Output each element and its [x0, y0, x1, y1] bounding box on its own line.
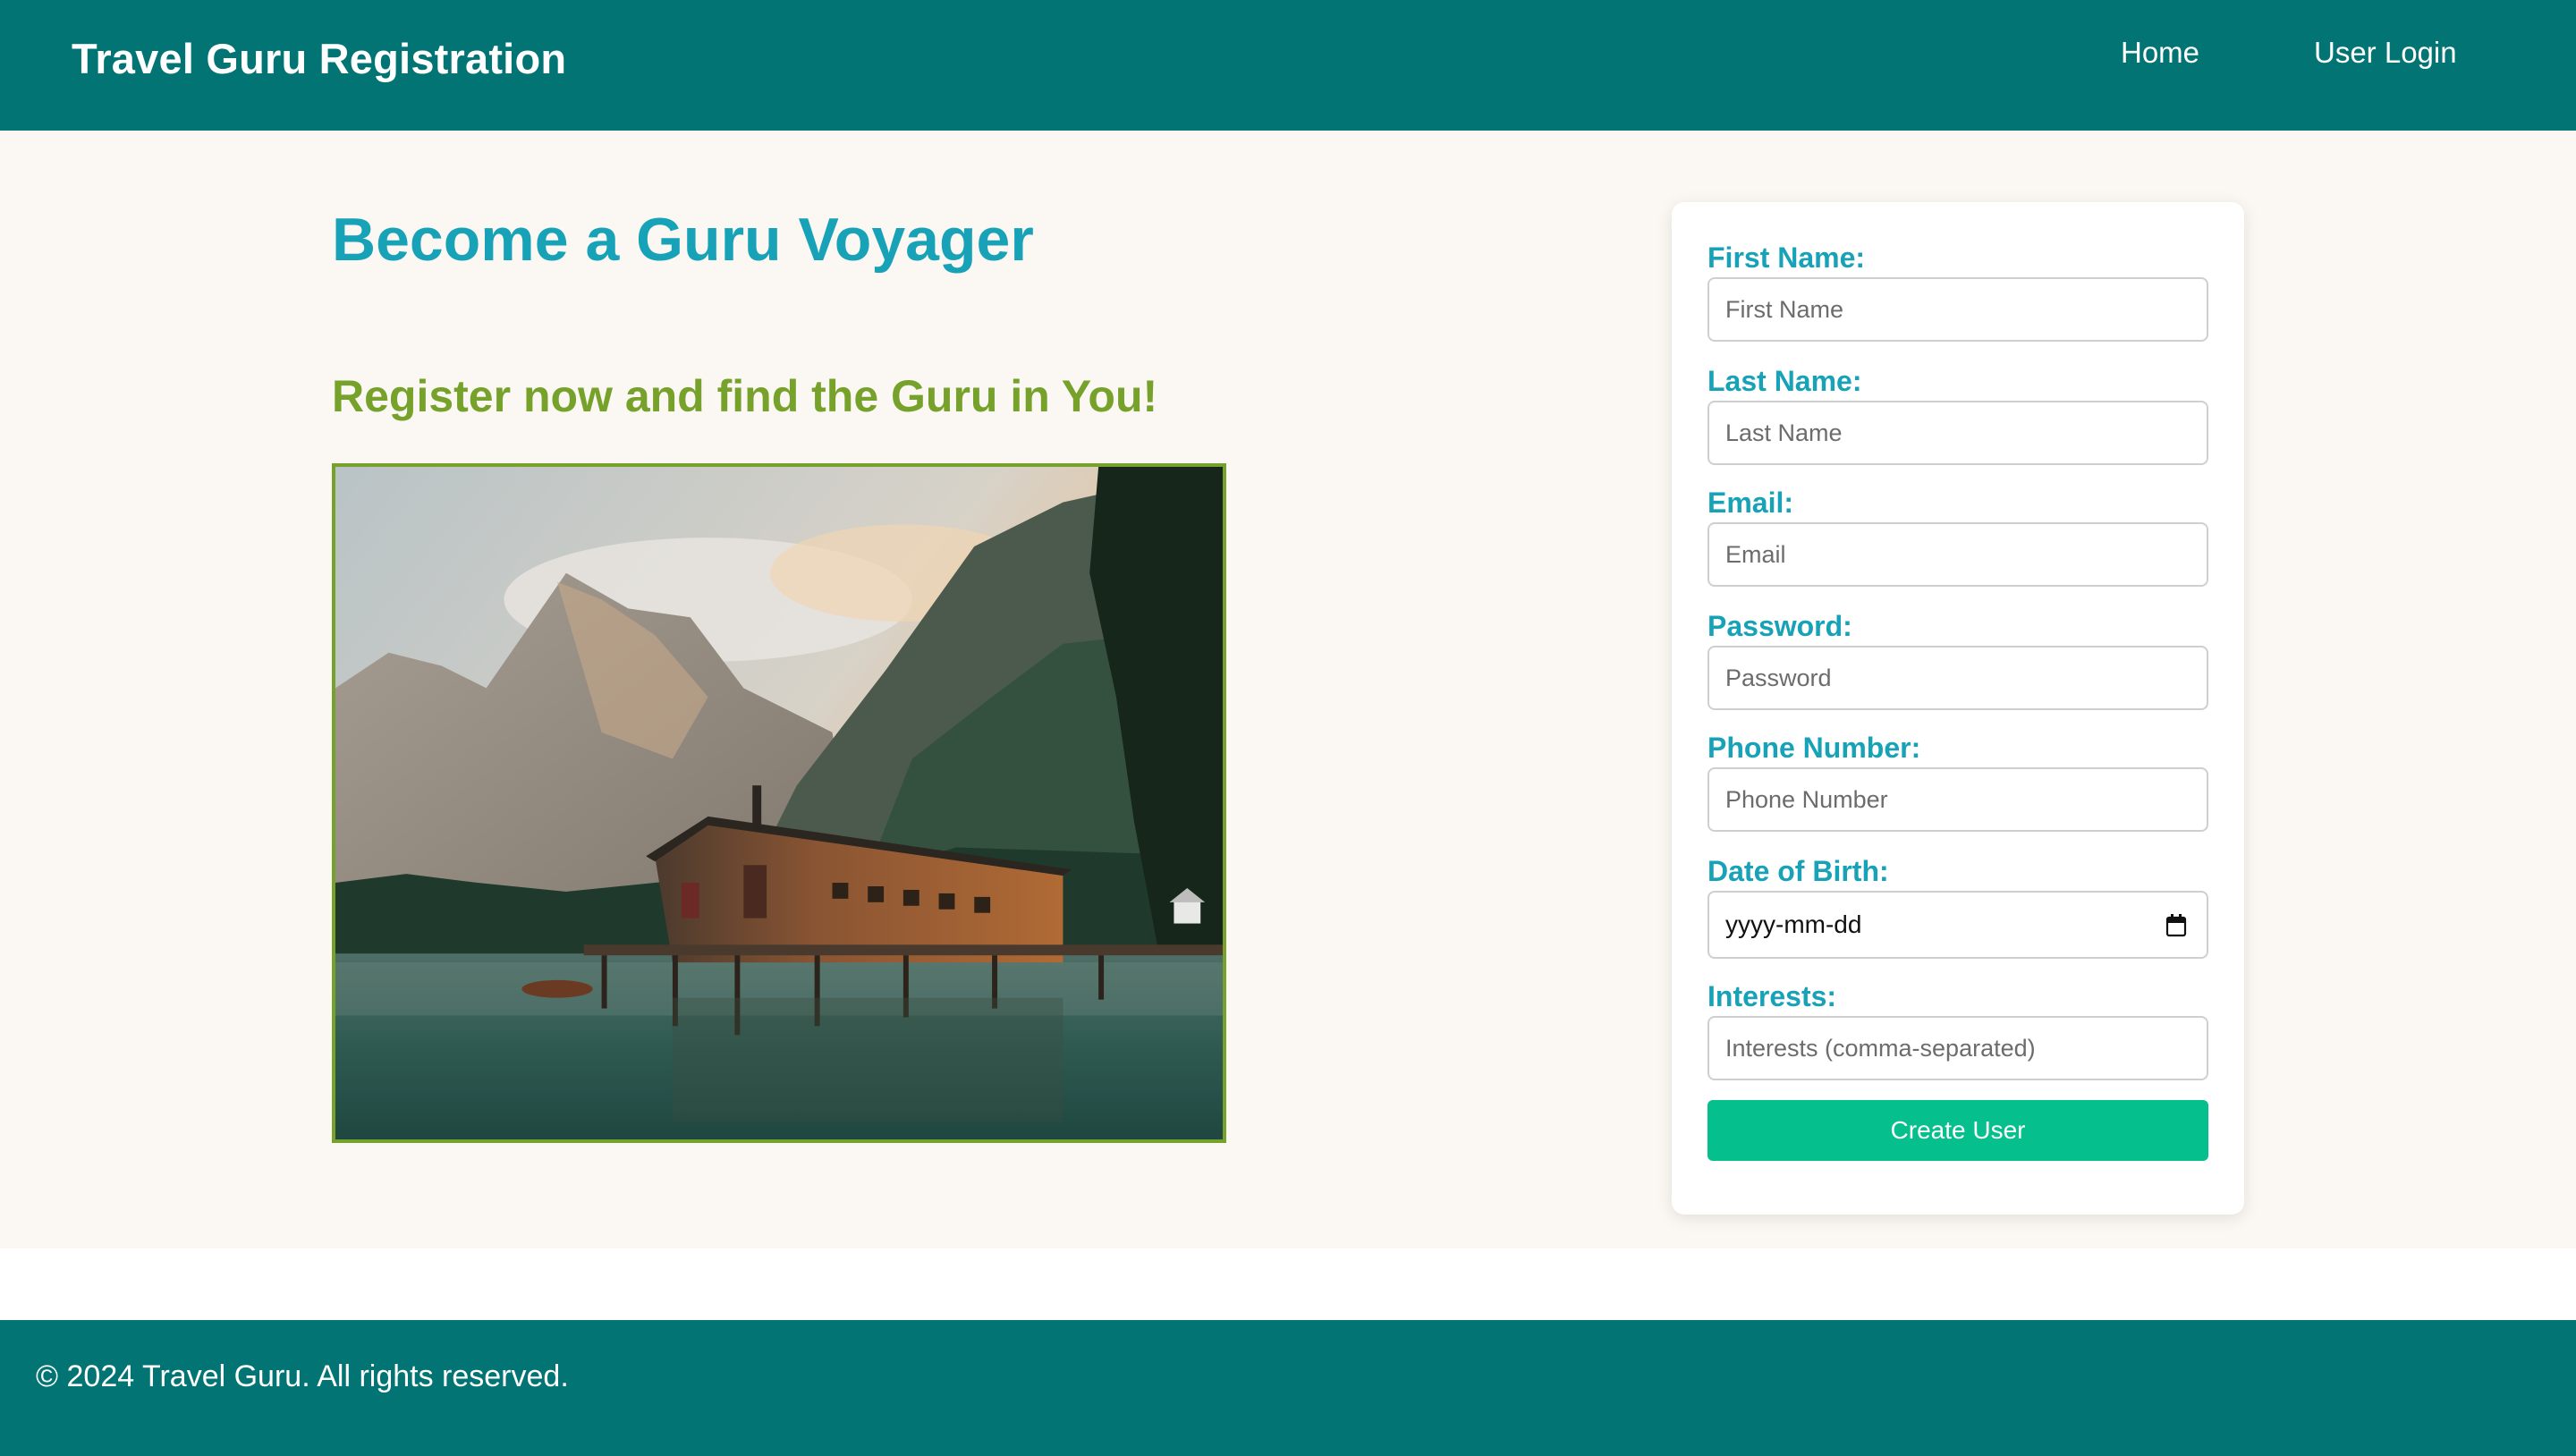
- first-name-input[interactable]: [1707, 277, 2208, 342]
- email-label: Email:: [1707, 487, 1794, 519]
- hero-photo: [332, 463, 1226, 1143]
- password-input[interactable]: [1707, 646, 2208, 710]
- copyright-text: © 2024 Travel Guru. All rights reserved.: [36, 1359, 569, 1393]
- calendar-icon[interactable]: [2165, 914, 2187, 937]
- last-name-label: Last Name:: [1707, 365, 1862, 397]
- phone-number-label: Phone Number:: [1707, 732, 1921, 764]
- nav-link-home[interactable]: Home: [2121, 36, 2199, 70]
- page-footer: © 2024 Travel Guru. All rights reserved.: [0, 1320, 2576, 1456]
- top-navbar: Travel Guru Registration Home User Login: [0, 0, 2576, 131]
- date-of-birth-label: Date of Birth:: [1707, 855, 1889, 887]
- last-name-input[interactable]: [1707, 401, 2208, 465]
- date-placeholder: yyyy-mm-dd: [1725, 910, 1862, 938]
- interests-input[interactable]: [1707, 1016, 2208, 1080]
- phone-number-input[interactable]: [1707, 767, 2208, 832]
- nav-link-user-login[interactable]: User Login: [2314, 36, 2457, 70]
- email-input[interactable]: [1707, 522, 2208, 587]
- first-name-label: First Name:: [1707, 241, 1866, 274]
- interests-label: Interests:: [1707, 980, 1837, 1012]
- registration-form: First Name: Last Name: Email: Password: …: [1672, 202, 2244, 1215]
- lake-boathouse-photo: [335, 467, 1223, 1139]
- create-user-button[interactable]: Create User: [1707, 1100, 2208, 1161]
- password-label: Password:: [1707, 610, 1852, 642]
- main-content: Become a Guru Voyager Register now and f…: [0, 131, 2576, 1249]
- site-title: Travel Guru Registration: [72, 35, 567, 82]
- hero-subtitle: Register now and find the Guru in You!: [332, 371, 1158, 421]
- date-of-birth-input[interactable]: yyyy-mm-dd: [1707, 891, 2208, 959]
- hero-title: Become a Guru Voyager: [332, 206, 1034, 274]
